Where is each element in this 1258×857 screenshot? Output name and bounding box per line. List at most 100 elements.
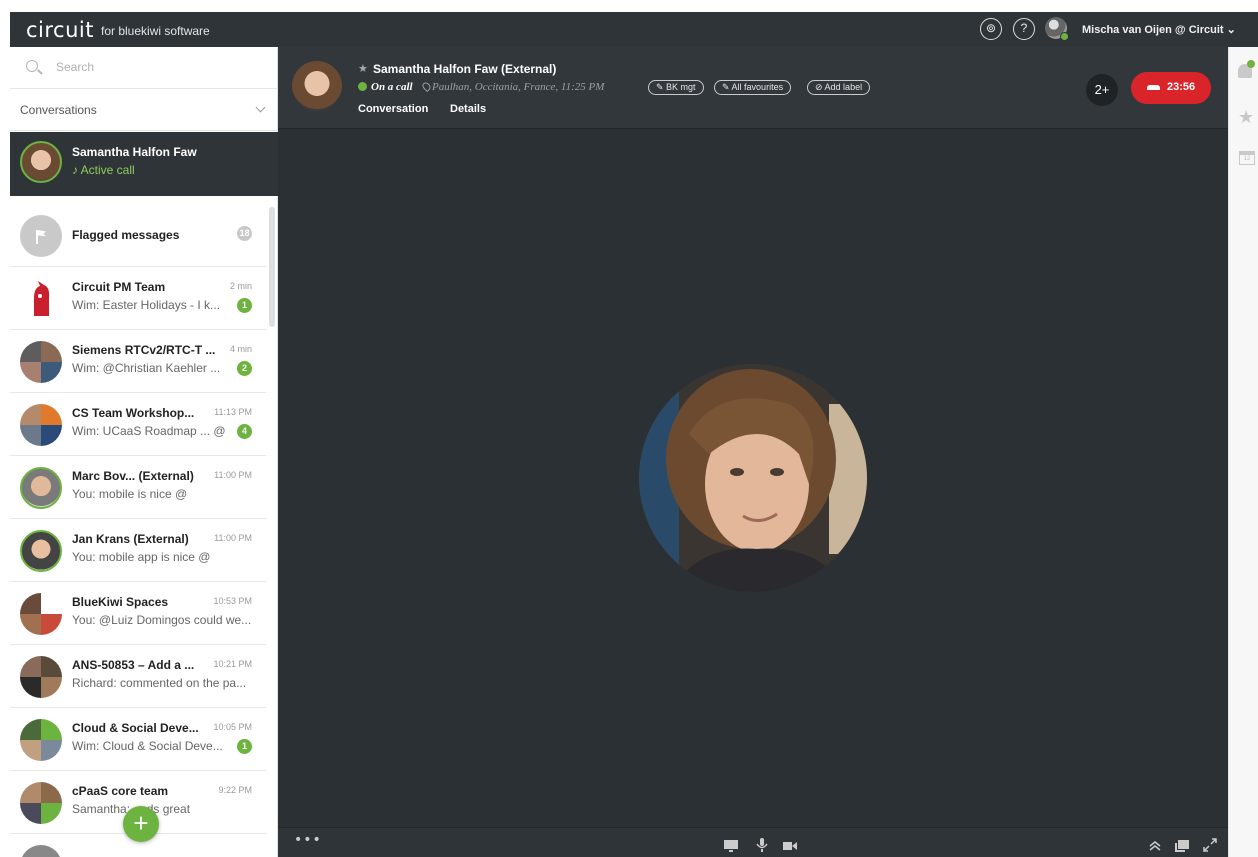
chevron-up-icon[interactable] <box>1148 837 1162 851</box>
search-input[interactable] <box>56 58 256 76</box>
list-item-preview: Wim: Easter Holidays - I k... <box>72 298 221 312</box>
active-call-status: ♪ Active call <box>72 163 135 177</box>
list-item-title: Jan Krans (External) <box>72 532 189 546</box>
contact-avatar[interactable] <box>292 61 342 111</box>
favorites-star-icon[interactable]: ★ <box>1238 107 1254 128</box>
unread-badge: 4 <box>237 424 252 439</box>
unread-badge: 1 <box>237 739 252 754</box>
microphone-icon[interactable] <box>755 837 769 852</box>
list-item[interactable]: Marc Bov... (External) You: mobile is ni… <box>10 456 266 519</box>
list-item-title: Marc Bov... (External) <box>72 469 194 483</box>
avatar <box>20 341 62 383</box>
add-label-button[interactable]: ⊘ Add label <box>807 80 871 95</box>
list-item-title: Cloud & Social Deve... <box>72 721 199 735</box>
sidebar-scrollbar[interactable] <box>269 207 275 327</box>
avatar <box>20 530 62 572</box>
tab-conversation[interactable]: Conversation <box>358 103 428 115</box>
more-options-icon[interactable]: ••• <box>294 832 322 848</box>
conversations-dropdown[interactable]: Conversations <box>10 89 278 131</box>
list-item[interactable]: ANS-50853 – Add a ... Richard: commented… <box>10 645 266 708</box>
popout-icon[interactable] <box>1175 837 1189 852</box>
list-item[interactable]: CS Team Workshop... Wim: UCaaS Roadmap .… <box>10 393 266 456</box>
avatar <box>20 656 62 698</box>
avatar <box>20 141 62 183</box>
list-item-title: BlueKiwi Spaces <box>72 595 169 609</box>
list-item-preview: Wim: UCaaS Roadmap ... @ <box>72 424 226 438</box>
list-item-time: 10:53 PM <box>213 596 252 606</box>
circuit-logo[interactable]: circuit <box>26 18 94 42</box>
notification-dot-icon <box>1247 60 1255 68</box>
screen-share-icon[interactable] <box>724 837 738 852</box>
avatar <box>20 467 62 509</box>
call-timer: 23:56 <box>1167 81 1196 93</box>
contact-name: Samantha Halfon Faw (External) <box>373 62 557 76</box>
fullscreen-icon[interactable] <box>1203 837 1217 852</box>
list-item-preview: Wim: Cloud & Social Deve... <box>72 739 223 753</box>
list-item-time: 2 min <box>229 281 252 291</box>
chevron-down-icon <box>255 102 266 113</box>
star-icon[interactable]: ★ <box>358 62 368 75</box>
add-participant-button[interactable]: 2+ <box>1086 74 1118 106</box>
user-menu[interactable]: Mischa van Oijen @ Circuit ⌄ <box>1082 23 1236 36</box>
label-text: Add label <box>824 82 863 92</box>
list-item[interactable]: Siemens RTCv2/RTC-T ... Wim: @Christian … <box>10 330 266 393</box>
avatar <box>20 278 62 320</box>
list-item-preview: Richard: commented on the pa... <box>72 676 247 690</box>
new-conversation-button[interactable]: + <box>123 806 159 842</box>
search-bar <box>10 47 278 89</box>
active-call-name: Samantha Halfon Faw <box>72 145 197 159</box>
app-window: circuit for bluekiwi software ⊚ ? Mischa… <box>10 12 1258 857</box>
call-status-text: On a call <box>371 81 413 93</box>
help-icon[interactable]: ? <box>1013 18 1035 40</box>
list-item-time: 11:00 PM <box>214 470 252 480</box>
unread-badge: 1 <box>237 298 252 313</box>
voicemail-icon[interactable]: ⊚ <box>980 18 1002 40</box>
list-item[interactable]: Cloud & Social Deve... Wim: Cloud & Soci… <box>10 708 266 771</box>
list-item-time: 10:05 PM <box>213 722 252 732</box>
list-item-title: ANS-50853 – Add a ... <box>72 658 195 672</box>
user-avatar[interactable] <box>1045 17 1069 41</box>
video-camera-icon[interactable] <box>783 837 797 850</box>
list-item-time: 10:21 PM <box>213 659 252 669</box>
tab-details[interactable]: Details <box>450 103 486 115</box>
list-item[interactable]: Flagged messages 18 <box>10 204 266 267</box>
contact-location: Paulhan, Occitania, France, 11:25 PM <box>432 81 605 93</box>
label-chip[interactable]: ✎ All favourites <box>714 80 792 95</box>
list-item-time: 4 min <box>229 344 252 354</box>
call-stage <box>278 129 1228 827</box>
label-chip[interactable]: ✎ BK mgt <box>648 80 704 95</box>
list-item-title: CS Team Workshop... <box>72 406 195 420</box>
active-call-item[interactable]: Samantha Halfon Faw ♪ Active call <box>10 132 278 196</box>
list-item-preview: Wim: @Christian Kaehler ... <box>72 361 221 375</box>
search-icon <box>26 60 38 72</box>
list-item-time: 9:22 PM <box>218 785 252 795</box>
list-item[interactable]: BlueKiwi Spaces You: @Luiz Domingos coul… <box>10 582 266 645</box>
list-item[interactable]: Circuit PM Team Wim: Easter Holidays - I… <box>10 267 266 330</box>
hangup-button[interactable]: 23:56 <box>1131 72 1211 104</box>
list-item-title: Flagged messages <box>72 228 180 242</box>
avatar <box>20 593 62 635</box>
call-controls-bar: ••• <box>278 827 1228 857</box>
right-rail: ★ 12 <box>1228 47 1258 857</box>
conversations-label: Conversations <box>20 103 97 117</box>
conversation-list: Flagged messages 18 Circuit PM Team Wim:… <box>10 204 266 857</box>
call-status: On a call <box>358 81 413 93</box>
list-item-title: cPaaS core team <box>72 784 169 798</box>
count-badge: 18 <box>237 226 252 241</box>
top-bar: circuit for bluekiwi software ⊚ ? Mischa… <box>10 12 1258 47</box>
list-item-preview: You: mobile app is nice @ <box>72 550 211 564</box>
list-item-title: Circuit PM Team <box>72 280 166 294</box>
list-item-preview: You: @Luiz Domingos could we... <box>72 613 252 627</box>
avatar <box>20 404 62 446</box>
presence-dot-icon <box>1060 32 1069 41</box>
label-text: All favourites <box>731 82 784 92</box>
list-item-title: Siemens RTCv2/RTC-T ... <box>72 343 216 357</box>
participant-portrait <box>639 364 867 592</box>
calendar-icon[interactable]: 12 <box>1239 151 1255 165</box>
avatar <box>20 845 62 857</box>
list-item[interactable]: Jan Krans (External) You: mobile app is … <box>10 519 266 582</box>
status-dot-icon <box>358 82 367 91</box>
list-item-time: 11:00 PM <box>214 533 252 543</box>
label-text: BK mgt <box>666 82 696 92</box>
phone-hangup-icon <box>1147 85 1160 90</box>
